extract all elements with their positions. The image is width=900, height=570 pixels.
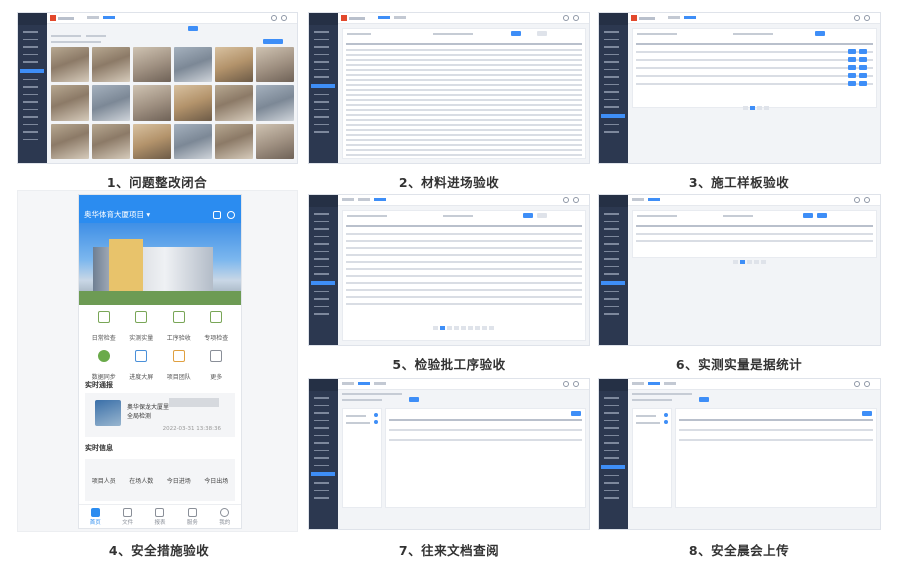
sidebar [309, 195, 338, 345]
avatar[interactable] [573, 381, 579, 387]
grid-item-special[interactable]: 专项检查 [198, 311, 236, 344]
topbar [338, 195, 589, 206]
caption-1: 1、问题整改闭合 [106, 175, 208, 190]
section-info: 实时信息 [85, 444, 113, 452]
tab-files[interactable]: 文件 [111, 505, 143, 528]
topbar [628, 13, 880, 24]
sample-table [632, 28, 877, 110]
caption-7: 7、往来文档查阅 [398, 543, 500, 558]
settings-icon[interactable] [563, 381, 569, 387]
upload-button[interactable] [571, 411, 581, 416]
pagination[interactable] [733, 249, 768, 264]
settings-icon[interactable] [563, 15, 569, 21]
avatar[interactable] [864, 197, 870, 203]
meeting-list [675, 408, 877, 508]
mobile-app-screen: 奥华体育大厦项目 ▾ 日常检查 实测实量 工序验收 专项检查 数据同步 进度大屏… [78, 194, 242, 529]
screenshot-issue-rectification [17, 12, 298, 164]
settings-icon[interactable] [563, 197, 569, 203]
project-title[interactable]: 奥华体育大厦项目 [84, 210, 144, 219]
sidebar-item-active[interactable] [20, 68, 44, 73]
grid-item-team[interactable]: 项目团队 [160, 350, 198, 383]
screenshot-material-acceptance [308, 12, 590, 164]
scan-icon[interactable] [213, 211, 221, 219]
caption-3: 3、施工样板验收 [688, 175, 790, 190]
function-grid: 日常检查 实测实量 工序验收 专项检查 数据同步 进度大屏 项目团队 更多 [85, 311, 235, 383]
sidebar-item-active[interactable] [601, 464, 625, 469]
search-button[interactable] [511, 31, 521, 36]
topbar [47, 13, 297, 24]
new-button[interactable] [188, 26, 198, 31]
search-button[interactable] [803, 213, 813, 218]
sidebar-item-active[interactable] [311, 472, 335, 476]
settings-icon[interactable] [854, 381, 860, 387]
tab-reports[interactable]: 报表 [144, 505, 176, 528]
timestamp: 2022-03-31 13:38:36 [162, 426, 221, 432]
avatar[interactable] [281, 15, 287, 21]
meeting-tree[interactable] [632, 408, 672, 508]
status-bar [79, 195, 241, 207]
settings-icon[interactable] [854, 197, 860, 203]
tab-services[interactable]: 服务 [176, 505, 208, 528]
stats-row: 项目人员 在场人数 今日进场 今日出场 [85, 459, 235, 501]
sidebar-item-active[interactable] [601, 113, 625, 118]
pagination[interactable] [743, 95, 771, 110]
topbar [338, 379, 589, 390]
project-photo [79, 223, 241, 305]
grid-item-process[interactable]: 工序验收 [160, 311, 198, 344]
sidebar-item-active[interactable] [311, 83, 335, 88]
sidebar [18, 13, 47, 163]
grid-item-more[interactable]: 更多 [198, 350, 236, 383]
settings-icon[interactable] [271, 15, 277, 21]
sidebar [599, 379, 628, 529]
search-button[interactable] [815, 31, 825, 36]
grid-item-progress[interactable]: 进度大屏 [123, 350, 161, 383]
screenshot-inspection-batch [308, 194, 590, 346]
topbar [338, 13, 589, 24]
sidebar [309, 379, 338, 529]
pagination[interactable] [433, 315, 496, 330]
screenshot-sample-acceptance [598, 12, 881, 164]
bottom-tabbar: 首页 文件 报表 服务 我的 [79, 504, 241, 528]
screenshot-safety-meeting [598, 378, 881, 530]
mobile-header: 奥华体育大厦项目 ▾ [79, 207, 241, 223]
screenshot-document-lookup [308, 378, 590, 530]
avatar[interactable] [573, 15, 579, 21]
caption-5: 5、检验批工序验收 [392, 357, 506, 372]
caption-6: 6、实测实量是据统计 [675, 357, 803, 372]
screenshot-measurement-stats [598, 194, 881, 346]
avatar[interactable] [864, 381, 870, 387]
inspection-table [342, 210, 586, 341]
caption-8: 8、安全晨会上传 [688, 543, 790, 558]
material-table [342, 28, 586, 159]
document-list [385, 408, 586, 508]
topbar [628, 379, 880, 390]
sidebar-item-active[interactable] [601, 280, 625, 285]
live-report-card[interactable]: 奥华保龙大厦里 全局检测 2022-03-31 13:38:36 [85, 393, 235, 437]
stats-table [632, 210, 877, 264]
sidebar-item-active[interactable] [311, 280, 335, 285]
collage: 1、问题整改闭合 2、材料进场验收 3、施工样板验收 奥华体育大厦项目 ▾ 日常… [0, 0, 900, 570]
sidebar [599, 195, 628, 345]
grid-item-measurement[interactable]: 实测实量 [123, 311, 161, 344]
upload-button[interactable] [862, 411, 872, 416]
avatar[interactable] [573, 197, 579, 203]
tab-me[interactable]: 我的 [209, 505, 241, 528]
topbar [628, 195, 880, 206]
tab-home[interactable]: 首页 [79, 505, 111, 528]
caption-4: 4、安全措施验收 [108, 543, 210, 558]
section-live: 实时通报 [85, 381, 113, 389]
status-badge [169, 398, 219, 407]
settings-icon[interactable] [854, 15, 860, 21]
search-button[interactable] [523, 213, 533, 218]
grid-item-daily-check[interactable]: 日常检查 [85, 311, 123, 344]
folder-tree[interactable] [342, 408, 382, 508]
caption-2: 2、材料进场验收 [398, 175, 500, 190]
sidebar [309, 13, 338, 163]
message-icon[interactable] [227, 211, 235, 219]
avatar[interactable] [864, 15, 870, 21]
grid-item-sync[interactable]: 数据同步 [85, 350, 123, 383]
sidebar [599, 13, 628, 163]
photo-grid [51, 47, 294, 159]
